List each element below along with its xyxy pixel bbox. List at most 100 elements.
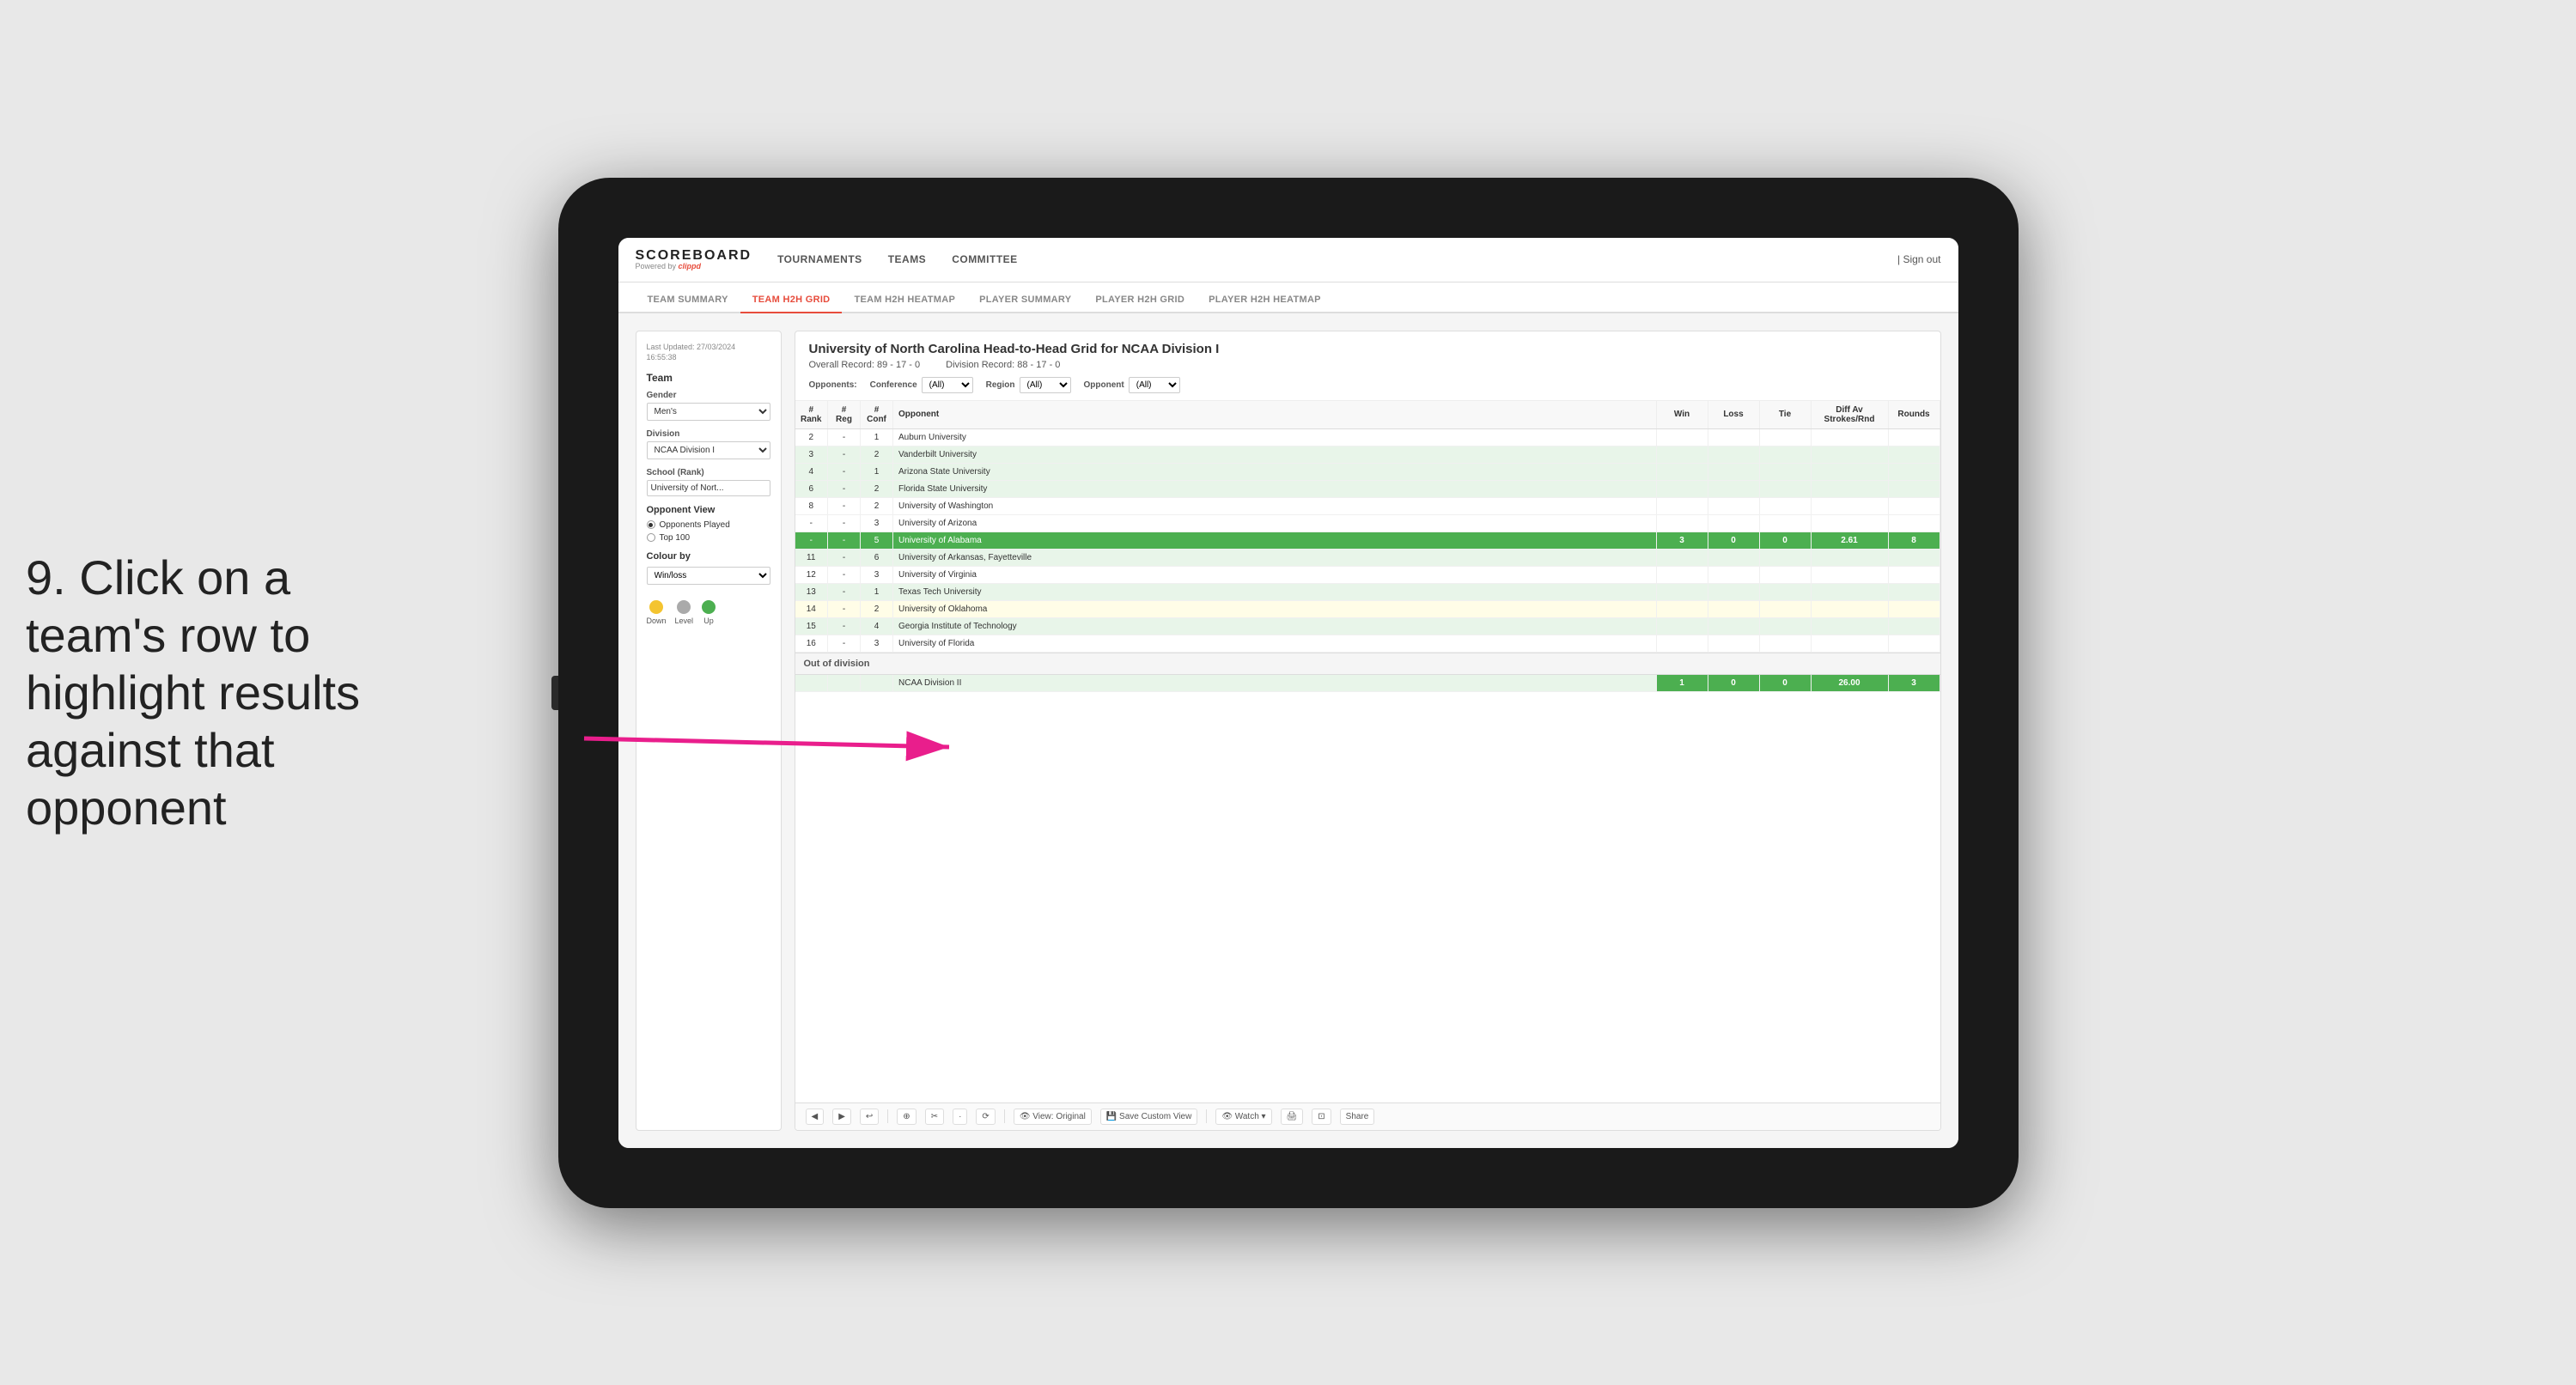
opponents-filter: Opponents: bbox=[809, 380, 857, 390]
opponent-select[interactable]: (All) bbox=[1129, 377, 1180, 393]
table-row[interactable]: 16-3University of Florida bbox=[795, 635, 1940, 652]
data-cell: 3 bbox=[1656, 532, 1708, 549]
region-filter: Region (All) bbox=[986, 377, 1071, 393]
gender-label: Gender bbox=[647, 391, 770, 400]
tablet-shell: SCOREBOARD Powered by clippd TOURNAMENTS… bbox=[558, 178, 2019, 1208]
tab-player-h2h-grid[interactable]: PLAYER H2H GRID bbox=[1083, 288, 1197, 313]
division-record: Division Record: 88 - 17 - 0 bbox=[946, 360, 1060, 370]
view-original-button[interactable]: 👁 View: Original bbox=[1014, 1109, 1092, 1125]
data-cell: - bbox=[828, 549, 861, 566]
watch-button[interactable]: 👁 Watch ▾ bbox=[1215, 1109, 1271, 1125]
data-cell bbox=[1811, 497, 1888, 514]
tab-team-h2h-grid[interactable]: TEAM H2H GRID bbox=[740, 288, 843, 313]
tab-player-h2h-heatmap[interactable]: PLAYER H2H HEATMAP bbox=[1197, 288, 1333, 313]
data-cell: - bbox=[828, 566, 861, 583]
tab-team-summary[interactable]: TEAM SUMMARY bbox=[636, 288, 740, 313]
gender-select[interactable]: Men's bbox=[647, 403, 770, 421]
logo-powered: Powered by clippd bbox=[636, 262, 752, 270]
tab-player-summary[interactable]: PLAYER SUMMARY bbox=[967, 288, 1083, 313]
table-row[interactable]: 14-2University of Oklahoma bbox=[795, 600, 1940, 617]
separator-2 bbox=[1004, 1109, 1005, 1123]
radio-top100[interactable]: Top 100 bbox=[647, 533, 770, 543]
radio-opponents-played-label: Opponents Played bbox=[660, 520, 730, 530]
table-row[interactable]: 15-4Georgia Institute of Technology bbox=[795, 617, 1940, 635]
table-row[interactable]: 2-1Auburn University bbox=[795, 428, 1940, 446]
data-cell bbox=[1811, 514, 1888, 532]
colour-by-select[interactable]: Win/loss bbox=[647, 567, 770, 585]
data-cell bbox=[1888, 566, 1940, 583]
data-cell bbox=[1759, 514, 1811, 532]
table-row[interactable]: 8-2University of Washington bbox=[795, 497, 1940, 514]
data-cell: 8 bbox=[1888, 532, 1940, 549]
opponent-label: Opponent bbox=[1084, 380, 1124, 390]
conference-select[interactable]: (All) bbox=[922, 377, 973, 393]
refresh-button[interactable]: ⟳ bbox=[976, 1109, 995, 1125]
data-cell: 3 bbox=[795, 446, 828, 463]
opponent-name-cell: Florida State University bbox=[893, 480, 1657, 497]
sign-out-button[interactable]: | Sign out bbox=[1897, 253, 1941, 265]
opponent-name-cell: University of Florida bbox=[893, 635, 1657, 652]
data-cell bbox=[1888, 480, 1940, 497]
nav-committee[interactable]: COMMITTEE bbox=[952, 253, 1018, 265]
data-cell bbox=[1708, 617, 1759, 635]
undo-button[interactable]: ◀ bbox=[806, 1109, 825, 1125]
data-cell bbox=[1811, 428, 1888, 446]
radio-opponents-played-dot bbox=[647, 520, 655, 529]
table-row[interactable]: --3University of Arizona bbox=[795, 514, 1940, 532]
data-cell bbox=[1708, 635, 1759, 652]
out-of-division-row[interactable]: NCAA Division II 1 0 0 26.00 3 bbox=[795, 675, 1940, 692]
data-cell bbox=[1759, 617, 1811, 635]
table-row[interactable]: --5University of Alabama3002.618 bbox=[795, 532, 1940, 549]
opponent-filter: Opponent (All) bbox=[1084, 377, 1180, 393]
data-cell: 2 bbox=[861, 497, 893, 514]
table-row[interactable]: 11-6University of Arkansas, Fayetteville bbox=[795, 549, 1940, 566]
table-row[interactable]: 4-1Arizona State University bbox=[795, 463, 1940, 480]
nav-teams[interactable]: TEAMS bbox=[888, 253, 927, 265]
data-cell bbox=[1759, 428, 1811, 446]
table-row[interactable]: 6-2Florida State University bbox=[795, 480, 1940, 497]
scoreboard-panel: University of North Carolina Head-to-Hea… bbox=[795, 331, 1941, 1131]
odiv-tie: 0 bbox=[1759, 675, 1811, 692]
table-row[interactable]: 12-3University of Virginia bbox=[795, 566, 1940, 583]
col-reg: #Reg bbox=[828, 401, 861, 429]
grid-button[interactable]: ⊡ bbox=[1312, 1109, 1331, 1125]
share-button[interactable]: Share bbox=[1340, 1109, 1375, 1125]
data-cell bbox=[1656, 583, 1708, 600]
legend-up-label: Up bbox=[703, 617, 714, 625]
odiv-win: 1 bbox=[1656, 675, 1708, 692]
data-cell: 8 bbox=[795, 497, 828, 514]
data-cell bbox=[1888, 428, 1940, 446]
sidebar-team-label: Team bbox=[647, 372, 770, 384]
opponent-name-cell: University of Washington bbox=[893, 497, 1657, 514]
opponent-name-cell: Texas Tech University bbox=[893, 583, 1657, 600]
nav-tournaments[interactable]: TOURNAMENTS bbox=[777, 253, 862, 265]
opponent-name-cell: Auburn University bbox=[893, 428, 1657, 446]
separator-3 bbox=[1206, 1109, 1207, 1123]
data-cell: - bbox=[795, 532, 828, 549]
dot-button[interactable]: · bbox=[953, 1109, 967, 1125]
print-button[interactable]: 🖨 bbox=[1281, 1109, 1304, 1125]
save-custom-view-button[interactable]: 💾 Save Custom View bbox=[1100, 1109, 1198, 1125]
data-cell bbox=[1888, 600, 1940, 617]
data-cell bbox=[1888, 635, 1940, 652]
col-rounds: Rounds bbox=[1888, 401, 1940, 429]
add-button[interactable]: ⊕ bbox=[897, 1109, 916, 1125]
division-select[interactable]: NCAA Division I bbox=[647, 441, 770, 459]
data-cell: 16 bbox=[795, 635, 828, 652]
cut-button[interactable]: ✂ bbox=[925, 1109, 944, 1125]
out-of-division-table: NCAA Division II 1 0 0 26.00 3 bbox=[795, 675, 1940, 692]
school-value[interactable]: University of Nort... bbox=[647, 480, 770, 496]
col-opponent: Opponent bbox=[893, 401, 1657, 429]
data-cell bbox=[1888, 497, 1940, 514]
col-diff: Diff AvStrokes/Rnd bbox=[1811, 401, 1888, 429]
reset-button[interactable]: ↩ bbox=[860, 1109, 879, 1125]
table-row[interactable]: 3-2Vanderbilt University bbox=[795, 446, 1940, 463]
radio-opponents-played[interactable]: Opponents Played bbox=[647, 520, 770, 530]
redo-button[interactable]: ▶ bbox=[832, 1109, 851, 1125]
data-cell bbox=[1811, 549, 1888, 566]
region-select[interactable]: (All) bbox=[1020, 377, 1071, 393]
table-row[interactable]: 13-1Texas Tech University bbox=[795, 583, 1940, 600]
legend-down-circle bbox=[649, 600, 663, 614]
tab-team-h2h-heatmap[interactable]: TEAM H2H HEATMAP bbox=[842, 288, 967, 313]
data-cell bbox=[1708, 463, 1759, 480]
